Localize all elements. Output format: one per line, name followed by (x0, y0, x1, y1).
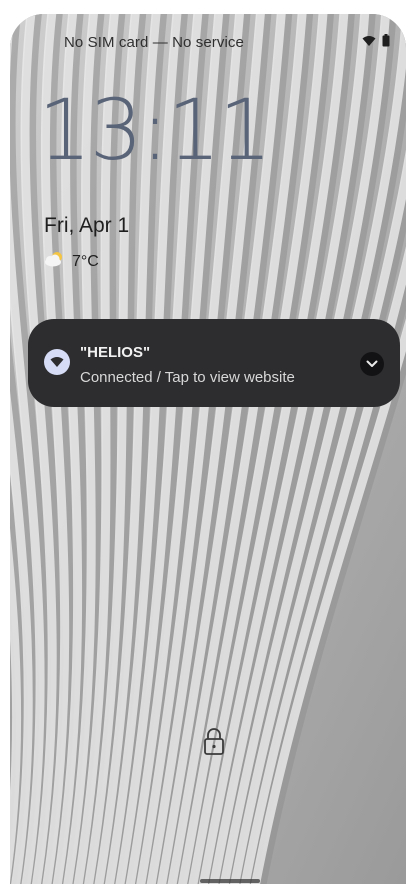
wifi-notification[interactable]: "HELIOS" Connected / Tap to view website (28, 319, 400, 407)
home-indicator[interactable] (200, 879, 260, 883)
expand-notification-button[interactable] (360, 352, 384, 376)
lock-screen-clock: 13:11 (38, 81, 272, 179)
wifi-icon (362, 34, 376, 52)
partly-cloudy-icon (44, 250, 66, 273)
lock-screen-date: Fri, Apr 1 (44, 214, 130, 237)
chevron-down-icon (366, 355, 378, 373)
notification-text: Connected / Tap to view website (80, 369, 295, 386)
lock-icon[interactable] (202, 726, 226, 756)
notification-title: "HELIOS" (80, 344, 151, 361)
weather-temperature: 7°C (72, 252, 99, 270)
weather-widget: 7°C (44, 250, 99, 273)
phone-screen: No SIM card — No service 13:11 Fri, Apr … (10, 14, 406, 884)
battery-icon (382, 34, 390, 52)
status-bar: No SIM card — No service (10, 14, 406, 70)
status-icons (362, 34, 390, 52)
wifi-icon (44, 349, 70, 375)
carrier-status: No SIM card — No service (64, 34, 244, 51)
